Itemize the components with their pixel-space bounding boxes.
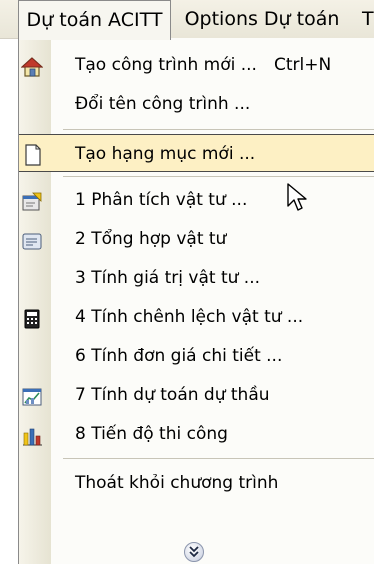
form-analysis-icon — [21, 189, 43, 211]
menu-item-material-difference[interactable]: 4 Tính chênh lệch vật tư ... — [19, 298, 374, 336]
menu-tab-label: T — [362, 8, 374, 30]
dropdown-menu: Tạo công trình mới ... Ctrl+N Đổi tên cô… — [18, 38, 374, 564]
menu-separator — [63, 458, 374, 459]
menu-expand-button[interactable] — [184, 542, 204, 562]
menu-item-material-analysis[interactable]: 1 Phân tích vật tư ... — [19, 181, 374, 219]
menu-item-bid-estimate[interactable]: 7 Tính dự toán dự thầu — [19, 376, 374, 414]
menu-item-label: Đổi tên công trình ... — [75, 94, 251, 114]
new-document-icon — [22, 142, 44, 166]
house-icon — [20, 54, 44, 77]
menu-item-material-summary[interactable]: 2 Tổng hợp vật tư — [19, 220, 374, 258]
menu-tab-next[interactable]: T — [362, 0, 374, 38]
bar-chart-icon — [21, 423, 43, 446]
mouse-cursor-icon — [287, 183, 307, 211]
menu-item-label: 4 Tính chênh lệch vật tư ... — [75, 307, 304, 327]
menu-tab-options-du-toan[interactable]: Options Dự toán — [178, 0, 346, 38]
menu-item-new-category[interactable]: Tạo hạng mục mới ... — [19, 134, 374, 172]
double-chevron-down-icon — [189, 546, 199, 558]
menu-item-shortcut: Ctrl+N — [274, 55, 332, 75]
menu-bar: Dự toán ACITT Options Dự toán T — [0, 0, 374, 40]
summary-window-icon — [21, 228, 43, 250]
menu-item-label: 7 Tính dự toán dự thầu — [75, 385, 270, 405]
menu-item-new-project[interactable]: Tạo công trình mới ... Ctrl+N — [19, 46, 374, 84]
menu-item-label: 2 Tổng hợp vật tư — [75, 229, 227, 249]
menu-tab-label: Options Dự toán — [184, 8, 340, 30]
menu-separator — [63, 176, 374, 177]
menu-item-exit[interactable]: Thoát khỏi chương trình — [19, 464, 374, 502]
menu-item-rename-project[interactable]: Đổi tên công trình ... — [19, 85, 374, 123]
menu-item-label: Tạo hạng mục mới ... — [75, 144, 256, 164]
menu-separator — [63, 129, 374, 130]
menu-item-label: 6 Tính đơn giá chi tiết ... — [75, 346, 283, 366]
chart-window-icon — [21, 384, 43, 406]
menu-item-construction-schedule[interactable]: 8 Tiến độ thi công — [19, 415, 374, 453]
menu-item-label: 8 Tiến độ thi công — [75, 424, 228, 444]
menu-item-label: Thoát khỏi chương trình — [75, 473, 279, 493]
application-window: Dự toán ACITT Options Dự toán T Tạo công… — [0, 0, 374, 564]
menu-item-label: Tạo công trình mới ... — [75, 55, 257, 75]
menu-item-label: 3 Tính giá trị vật tư ... — [75, 268, 260, 288]
calculator-icon — [21, 306, 43, 329]
menu-tab-label: Dự toán ACITT — [26, 9, 163, 31]
menu-tab-du-toan-acitt[interactable]: Dự toán ACITT — [18, 0, 171, 40]
menu-item-material-value[interactable]: 3 Tính giá trị vật tư ... — [19, 259, 374, 297]
menu-item-label: 1 Phân tích vật tư ... — [75, 190, 248, 210]
menu-item-unit-price-detail[interactable]: 6 Tính đơn giá chi tiết ... — [19, 337, 374, 375]
